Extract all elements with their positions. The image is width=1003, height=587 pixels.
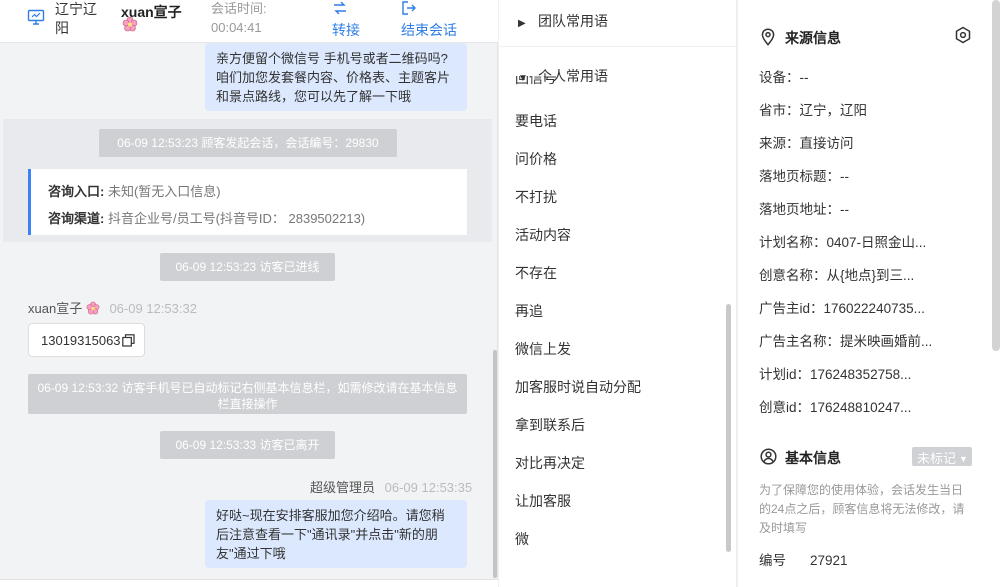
visitor-location: 辽宁辽阳 <box>55 1 97 36</box>
consult-channel-label: 咨询渠道: <box>48 211 105 226</box>
consult-channel-value: 抖音企业号/员工号(抖音号ID： 2839502213) <box>104 211 366 226</box>
phrase-item[interactable]: 让加客服 <box>515 491 571 511</box>
phrase-group-personal-label: 个人常用语 <box>538 68 608 84</box>
triangle-right-icon: ▶ <box>518 18 526 29</box>
phrase-item[interactable]: 不打扰 <box>515 187 557 207</box>
info-creative-id: 创意id：176248810247... <box>759 400 912 415</box>
consult-channel-row: 咨询渠道: 抖音企业号/员工号(抖音号ID： 2839502213) <box>48 205 467 232</box>
consult-entry-label: 咨询入口: <box>48 184 105 199</box>
chat-input-area[interactable] <box>0 579 498 587</box>
visitor-message-time: 06-09 12:53:32 <box>109 301 197 316</box>
system-message-phone-marked: 06-09 12:53:32 访客手机号已自动标记右侧基本信息栏，如需修改请在基… <box>28 374 467 414</box>
chat-panel: 辽宁辽阳 xuan宣子 会话时间: 00:04:41 转接 结束会话 亲方便留个… <box>0 0 498 587</box>
info-advertiser-name: 广告主名称：提米映画婚前... <box>759 334 933 349</box>
edit-deadline-note: 为了保障您的使用体验，会话发生当日的24点之后，顾客信息将无法修改，请及时填写 <box>759 483 965 535</box>
phrases-scrollbar[interactable] <box>726 304 731 552</box>
visitor-sender-name: xuan宣子 <box>28 301 83 316</box>
system-message-session-start: 06-09 12:53:23 顾客发起会话，会话编号：29830 <box>99 129 397 157</box>
phrase-item[interactable]: 不存在 <box>515 263 557 283</box>
monitor-icon <box>27 8 45 31</box>
phrase-item[interactable]: 要电话 <box>515 111 557 131</box>
phrase-item[interactable]: 加客服时说自动分配 <box>515 377 641 397</box>
phrase-group-personal[interactable]: ▼ 个人常用语 <box>518 66 608 86</box>
settings-icon[interactable] <box>954 26 972 49</box>
agent-message-time: 06-09 12:53:35 <box>384 480 473 495</box>
copy-icon[interactable] <box>121 334 135 350</box>
phrase-item[interactable]: 对比再决定 <box>515 453 585 473</box>
caret-down-icon: ▼ <box>959 454 968 464</box>
chat-scrollbar[interactable] <box>493 350 497 578</box>
info-device: 设备：-- <box>759 70 809 85</box>
info-plan-id: 计划id：176248352758... <box>759 367 912 382</box>
info-landing-url: 落地页地址：-- <box>759 202 849 217</box>
basic-info-label: 基本信息 <box>785 450 841 466</box>
mark-status-label: 未标记 <box>917 451 957 466</box>
transfer-label: 转接 <box>332 22 360 38</box>
phrase-group-team[interactable]: ▶ 团队常用语 <box>518 11 608 31</box>
divider <box>499 46 737 47</box>
visitor-phone: 13019315063 <box>41 333 121 348</box>
session-time: 00:04:41 <box>211 20 262 35</box>
exit-icon <box>401 0 457 18</box>
agent-sender-name: 超级管理员 <box>310 480 376 495</box>
phrase-item[interactable]: 拿到联系后 <box>515 415 585 435</box>
agent-message-bubble: 好哒~现在安排客服加您介绍哈。请您稍后注意查看一下"通讯录"并点击"新的朋友"通… <box>205 500 467 568</box>
customer-code-label: 编号 <box>759 553 786 568</box>
info-plan-name: 计划名称：0407-日照金山... <box>759 235 927 250</box>
transfer-icon <box>332 0 360 18</box>
customer-code-value: 27921 <box>810 553 848 568</box>
location-pin-icon <box>761 28 775 46</box>
phrase-item[interactable]: 问价格 <box>515 149 557 169</box>
end-session-label: 结束会话 <box>401 22 457 38</box>
phrase-group-team-label: 团队常用语 <box>538 13 608 29</box>
source-info-title: 来源信息 <box>760 28 841 48</box>
info-creative-name: 创意名称：从{地点}到三... <box>759 268 915 283</box>
chat-header: 辽宁辽阳 xuan宣子 会话时间: 00:04:41 转接 结束会话 <box>0 0 498 43</box>
flower-icon <box>86 301 100 315</box>
phrase-item[interactable]: 微 <box>515 529 529 549</box>
phrase-item[interactable]: 再追 <box>515 301 543 321</box>
triangle-down-icon: ▼ <box>518 73 528 84</box>
end-session-button[interactable]: 结束会话 <box>401 0 457 40</box>
consult-info-card: 咨询入口: 未知(暂无入口信息) 咨询渠道: 抖音企业号/员工号(抖音号ID： … <box>28 169 467 235</box>
basic-info-title: 基本信息 <box>760 448 841 468</box>
info-scrollbar[interactable] <box>992 0 1000 351</box>
info-advertiser-id: 广告主id：176022240735... <box>759 301 925 316</box>
info-landing-title: 落地页标题：-- <box>759 169 849 184</box>
session-time-label: 会话时间: <box>211 1 267 16</box>
system-message-visitor-left: 06-09 12:53:33 访客已离开 <box>160 431 335 459</box>
agent-message-header: 超级管理员 06-09 12:53:35 <box>310 477 472 496</box>
app-window: 辽宁辽阳 xuan宣子 会话时间: 00:04:41 转接 结束会话 亲方便留个… <box>0 0 1003 587</box>
customer-code-row: 编号 27921 <box>759 549 848 569</box>
quick-phrases-panel: ▶ 团队常用语 回信号 ▼ 个人常用语 要电话 问价格 不打扰 活动内容 不存在 再… <box>499 0 737 587</box>
consult-entry-row: 咨询入口: 未知(暂无入口信息) <box>48 178 467 205</box>
consult-entry-value: 未知(暂无入口信息) <box>104 184 221 199</box>
agent-message-bubble: 亲方便留个微信号 手机号或者二维码吗?咱们加您发套餐内容、价格表、主题客片和景点… <box>205 43 467 111</box>
visitor-message-header: xuan宣子 06-09 12:53:32 <box>28 298 197 317</box>
source-info-label: 来源信息 <box>785 30 841 46</box>
system-message-visitor-in: 06-09 12:53:23 访客已进线 <box>160 253 335 281</box>
phrase-item[interactable]: 微信上发 <box>515 339 571 359</box>
info-province: 省市：辽宁，辽阳 <box>759 103 867 118</box>
customer-info-panel: 来源信息 设备：-- 省市：辽宁，辽阳 来源：直接访问 落地页标题：-- 落地页… <box>738 0 1003 587</box>
mark-status-dropdown[interactable]: 未标记 ▼ <box>912 447 972 466</box>
transfer-button[interactable]: 转接 <box>332 0 360 40</box>
phrase-item[interactable]: 活动内容 <box>515 225 571 245</box>
info-source: 来源：直接访问 <box>759 136 854 151</box>
user-circle-icon <box>760 448 777 465</box>
flower-icon <box>122 16 138 37</box>
visitor-phone-bubble: 13019315063 <box>28 323 145 357</box>
